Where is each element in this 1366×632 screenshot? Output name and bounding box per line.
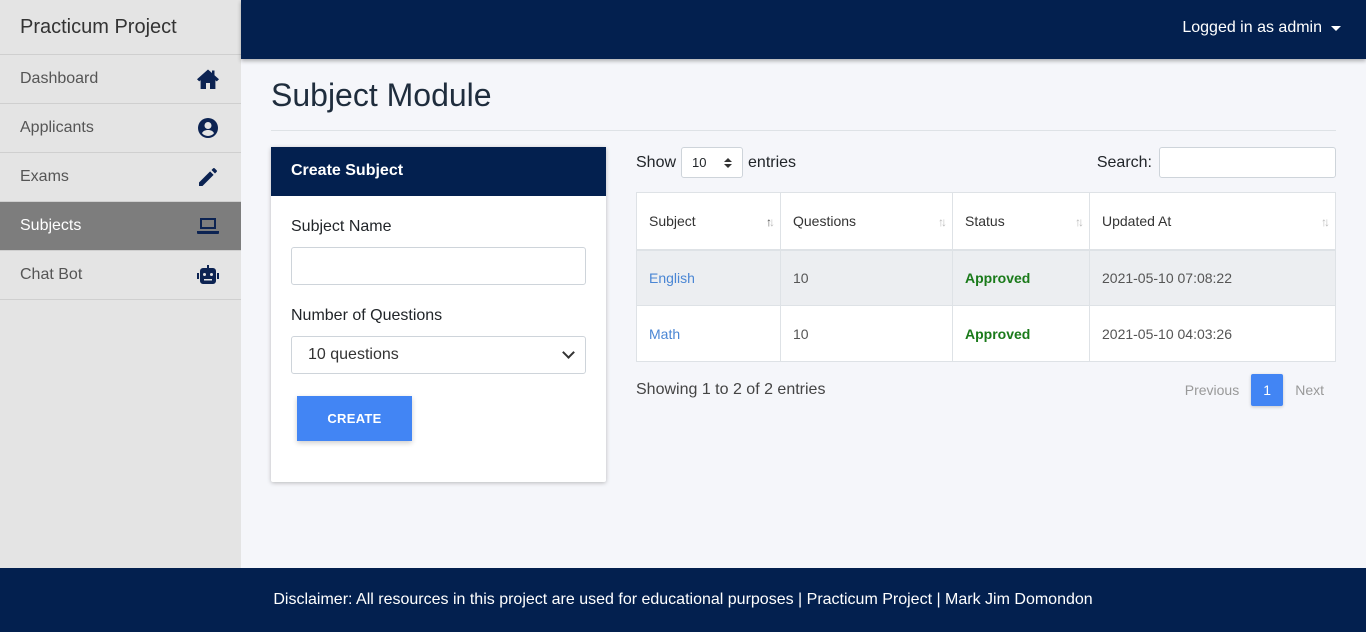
- search-input[interactable]: [1159, 147, 1336, 178]
- sidebar-item-label: Exams: [20, 168, 69, 185]
- sidebar-item-label: Subjects: [20, 217, 82, 234]
- sort-icon: ↑↓: [938, 215, 947, 229]
- table-row: English 10 Approved 2021-05-10 07:08:22: [636, 249, 1336, 306]
- column-header-questions[interactable]: Questions ↑↓: [780, 192, 953, 251]
- title-divider: [271, 130, 1336, 131]
- footer-disclaimer: Disclaimer: All resources in this projec…: [273, 591, 1093, 608]
- subject-name-label: Subject Name: [291, 218, 392, 235]
- laptop-icon: [195, 214, 221, 238]
- table-row: Math 10 Approved 2021-05-10 04:03:26: [636, 305, 1336, 362]
- search-control: Search:: [1097, 147, 1336, 178]
- questions-cell: 10: [780, 305, 953, 362]
- show-label: Show: [636, 153, 677, 171]
- page-1-button[interactable]: 1: [1251, 374, 1284, 406]
- user-menu-dropdown[interactable]: Logged in as admin: [1182, 19, 1341, 37]
- table-controls: Show 10 entries Search:: [636, 147, 1336, 192]
- create-subject-card: Create Subject Subject Name Number of Qu…: [271, 147, 606, 482]
- home-icon: [195, 67, 221, 91]
- sort-icon: ↑↓: [1075, 215, 1084, 229]
- entries-length-value: 10: [692, 155, 707, 170]
- previous-page-button[interactable]: Previous: [1173, 382, 1251, 398]
- sort-icon: ↑↓: [1321, 215, 1330, 229]
- brand-title: Practicum Project: [0, 0, 241, 55]
- table-info: Showing 1 to 2 of 2 entries: [636, 381, 826, 398]
- page-footer: Disclaimer: All resources in this projec…: [0, 568, 1366, 632]
- subject-link[interactable]: Math: [649, 326, 680, 342]
- card-header: Create Subject: [271, 147, 606, 196]
- table-footer: Showing 1 to 2 of 2 entries Previous 1 N…: [636, 374, 1336, 406]
- entries-length-select[interactable]: 10: [681, 147, 744, 178]
- caret-down-icon: [1331, 25, 1341, 31]
- status-badge: Approved: [965, 269, 1031, 286]
- pencil-icon: [195, 165, 221, 189]
- subjects-table: Subject ↑↓ Questions ↑↓ Status ↑↓ Update…: [636, 192, 1336, 362]
- subject-name-input[interactable]: [291, 247, 586, 285]
- questions-select-value: 10 questions: [308, 346, 399, 363]
- sidebar-item-chat-bot[interactable]: Chat Bot: [0, 251, 241, 300]
- sidebar-item-exams[interactable]: Exams: [0, 153, 241, 202]
- questions-cell: 10: [780, 249, 953, 306]
- column-header-subject[interactable]: Subject ↑↓: [636, 192, 781, 251]
- search-label: Search:: [1096, 153, 1152, 171]
- sidebar-item-label: Chat Bot: [20, 266, 83, 283]
- length-control: Show 10 entries: [636, 147, 796, 178]
- table-header-row: Subject ↑↓ Questions ↑↓ Status ↑↓ Update…: [636, 192, 1336, 251]
- sort-asc-icon: ↑↓: [766, 215, 775, 229]
- subject-link[interactable]: English: [649, 270, 695, 286]
- sidebar-item-dashboard[interactable]: Dashboard: [0, 55, 241, 104]
- questions-select[interactable]: 10 questions: [291, 336, 586, 374]
- robot-icon: [195, 263, 221, 287]
- column-header-updated-at[interactable]: Updated At ↑↓: [1089, 192, 1336, 251]
- pagination: Previous 1 Next: [1173, 374, 1336, 406]
- column-header-status[interactable]: Status ↑↓: [952, 192, 1090, 251]
- card-body: Subject Name Number of Questions 10 ques…: [271, 196, 606, 463]
- next-page-button[interactable]: Next: [1283, 382, 1336, 398]
- main-content: Subject Module Create Subject Subject Na…: [271, 59, 1336, 482]
- create-button[interactable]: CREATE: [297, 396, 412, 441]
- page-title: Subject Module: [271, 77, 492, 113]
- sort-spinner-icon: [724, 157, 733, 168]
- updated-at-cell: 2021-05-10 04:03:26: [1089, 305, 1336, 362]
- chevron-down-icon: [562, 346, 575, 359]
- top-navbar: Logged in as admin: [241, 0, 1366, 59]
- sidebar-item-applicants[interactable]: Applicants: [0, 104, 241, 153]
- subjects-table-area: Show 10 entries Search: Subject ↑↓ Quest…: [636, 147, 1336, 406]
- entries-label: entries: [748, 153, 797, 171]
- updated-at-cell: 2021-05-10 07:08:22: [1089, 249, 1336, 306]
- questions-label: Number of Questions: [291, 307, 443, 324]
- sidebar-item-label: Applicants: [20, 119, 94, 136]
- sidebar-item-label: Dashboard: [20, 70, 99, 87]
- user-circle-icon: [195, 116, 221, 140]
- user-menu-label: Logged in as admin: [1182, 19, 1322, 36]
- status-badge: Approved: [965, 325, 1031, 342]
- sidebar-item-subjects[interactable]: Subjects: [0, 202, 241, 251]
- sidebar: Practicum Project Dashboard Applicants E…: [0, 0, 241, 568]
